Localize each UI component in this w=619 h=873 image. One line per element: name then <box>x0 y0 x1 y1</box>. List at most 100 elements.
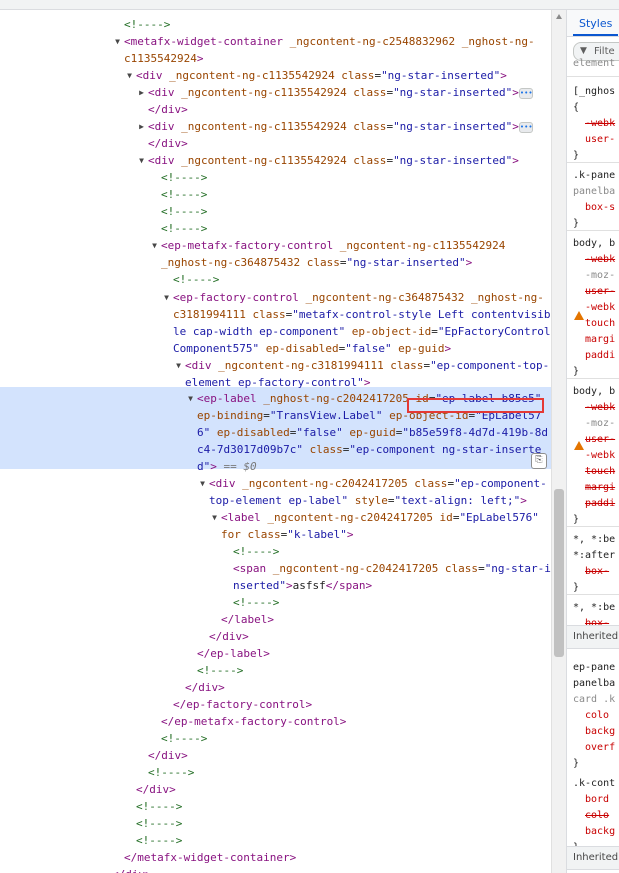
dom-tree-line[interactable]: <ep-factory-control _ngcontent-ng-c36487… <box>173 289 544 306</box>
style-rule-line[interactable]: -webk <box>585 252 615 268</box>
dom-tree-line[interactable]: </div> <box>148 101 188 118</box>
collapsed-children-icon[interactable]: ••• <box>518 121 533 133</box>
dom-tree-line[interactable]: <div _ngcontent-ng-c1135542924 class="ng… <box>148 152 519 169</box>
dom-tree-line[interactable]: le cap-width ep-component" ep-object-id=… <box>173 323 551 340</box>
dom-tree-line[interactable]: Component575" ep-disabled="false" ep-gui… <box>173 340 451 357</box>
copy-element-icon[interactable]: ⎘ <box>531 453 547 469</box>
dom-tree-line[interactable]: <ep-metafx-factory-control _ngcontent-ng… <box>161 237 505 254</box>
expand-triangle-open-icon[interactable]: ▼ <box>125 67 134 84</box>
style-rule-line[interactable]: paddi <box>585 496 615 512</box>
dom-tree-line[interactable]: </div> <box>148 747 188 764</box>
dom-tree-line[interactable]: <!----> <box>233 594 279 611</box>
style-rule-line[interactable]: [_nghos <box>573 84 615 100</box>
scrollbar-thumb[interactable] <box>554 489 564 657</box>
tab-styles[interactable]: Styles <box>567 10 619 37</box>
style-rule-line[interactable]: element <box>573 56 615 72</box>
style-rule-line[interactable]: backg <box>585 724 615 740</box>
expand-triangle-open-icon[interactable]: ▼ <box>186 390 195 407</box>
dom-tree-line[interactable]: <label _ngcontent-ng-c2042417205 id="EpL… <box>221 509 539 526</box>
dom-tree-line[interactable]: c1135542924> <box>124 50 203 67</box>
expand-triangle-open-icon[interactable]: ▼ <box>162 289 171 306</box>
dom-tree-line[interactable]: <!----> <box>161 730 207 747</box>
style-rule-line[interactable]: colo <box>585 708 609 724</box>
dom-tree-line[interactable]: <div _ngcontent-ng-c1135542924 class="ng… <box>148 84 533 101</box>
scroll-up-arrow-icon[interactable] <box>556 14 562 19</box>
style-rule-line[interactable]: paddi <box>585 348 615 364</box>
style-rule-line[interactable]: box- <box>585 564 609 580</box>
dom-tree-line[interactable]: </label> <box>221 611 274 628</box>
expand-triangle-open-icon[interactable]: ▼ <box>150 237 159 254</box>
dom-tree-line[interactable]: c3181994111 class="metafx-control-style … <box>173 306 551 323</box>
style-rule-line[interactable]: panelba <box>573 676 615 692</box>
dom-tree-line[interactable]: <div _ngcontent-ng-c1135542924 class="ng… <box>136 67 507 84</box>
dom-tree-line[interactable]: top-element ep-label" style="text-align:… <box>209 492 527 509</box>
style-rule-line[interactable]: body, b <box>573 236 615 252</box>
dom-tree-line[interactable]: d"> == $0 <box>197 458 257 475</box>
style-rule-line[interactable]: body, b <box>573 384 615 400</box>
style-rule-line[interactable]: *, *:be <box>573 600 615 616</box>
dom-tree-line[interactable]: </metafx-widget-container> <box>124 849 296 866</box>
style-rule-line[interactable]: backg <box>585 824 615 840</box>
style-rule-line[interactable]: -webk <box>585 300 615 316</box>
dom-tree-line[interactable]: <!----> <box>136 798 182 815</box>
dom-tree-line[interactable]: </div> <box>148 135 188 152</box>
dom-tree-line[interactable]: <!----> <box>161 169 207 186</box>
style-rule-line[interactable]: user- <box>585 132 615 148</box>
dom-tree-line[interactable]: for class="k-label"> <box>221 526 353 543</box>
dom-tree-line[interactable]: 6" ep-disabled="false" ep-guid="b85e59f8… <box>197 424 548 441</box>
dom-tree-line[interactable]: <!----> <box>161 203 207 220</box>
dom-tree-line[interactable]: </div> <box>136 781 176 798</box>
expand-triangle-closed-icon[interactable]: ▶ <box>137 84 146 101</box>
dom-tree-line[interactable]: <!----> <box>233 543 279 560</box>
style-rule-line[interactable]: -webk <box>585 116 615 132</box>
dom-tree-line[interactable]: <!----> <box>173 271 219 288</box>
style-rule-line[interactable]: *:after <box>573 548 615 564</box>
style-rule-line[interactable]: -webk <box>585 400 615 416</box>
style-rule-line[interactable]: margi <box>585 480 615 496</box>
dom-tree-line[interactable]: <div _ngcontent-ng-c3181994111 class="ep… <box>185 357 549 374</box>
style-rule-line[interactable]: margi <box>585 332 615 348</box>
expand-triangle-closed-icon[interactable]: ▶ <box>137 118 146 135</box>
dom-tree-line[interactable]: c4-7d3017d09b7c" class="ep-component ng-… <box>197 441 541 458</box>
expand-triangle-open-icon[interactable]: ▼ <box>174 357 183 374</box>
dom-tree-line[interactable]: </div> <box>209 628 249 645</box>
style-rule-line[interactable]: .k-pane <box>573 168 615 184</box>
style-rule-line[interactable]: panelba <box>573 184 615 200</box>
dom-tree-line[interactable]: <!----> <box>161 220 207 237</box>
dom-tree-line[interactable]: <metafx-widget-container _ngcontent-ng-c… <box>124 33 535 50</box>
style-rule-line[interactable]: colo <box>585 808 609 824</box>
dom-tree-line[interactable]: <!----> <box>136 815 182 832</box>
style-rule-line[interactable]: user- <box>585 432 615 448</box>
dom-tree-line[interactable]: <!----> <box>197 662 243 679</box>
style-rule-line[interactable]: -webk <box>585 448 615 464</box>
dom-tree-line[interactable]: </div> <box>112 866 152 873</box>
style-rule-line[interactable]: -moz- <box>585 268 615 284</box>
style-rule-line[interactable]: ep-pane <box>573 660 615 676</box>
dom-tree-line[interactable]: element ep-factory-control"> <box>185 374 370 391</box>
style-rule-line[interactable]: *, *:be <box>573 532 615 548</box>
style-rule-line[interactable]: touch <box>585 316 615 332</box>
dom-tree-line[interactable]: <!----> <box>161 186 207 203</box>
dom-tree-line[interactable]: <!----> <box>124 16 170 33</box>
style-rule-line[interactable]: user- <box>585 284 615 300</box>
expand-triangle-open-icon[interactable]: ▼ <box>137 152 146 169</box>
expand-triangle-open-icon[interactable]: ▼ <box>113 33 122 50</box>
dom-tree-line[interactable]: </ep-factory-control> <box>173 696 312 713</box>
dom-tree-line[interactable]: </ep-label> <box>197 645 270 662</box>
style-rule-line[interactable]: -moz- <box>585 416 615 432</box>
elements-tree[interactable]: <!----> ▼ <metafx-widget-container _ngcont… <box>0 10 551 873</box>
expand-triangle-open-icon[interactable]: ▼ <box>210 509 219 526</box>
dom-tree-line[interactable]: </ep-metafx-factory-control> <box>161 713 346 730</box>
warning-icon[interactable] <box>574 311 584 320</box>
style-rule-line[interactable]: box-s <box>585 200 615 216</box>
style-rule-line[interactable]: .k-cont <box>573 776 615 792</box>
dom-tree-line[interactable]: nserted">asfsf</span> <box>233 577 372 594</box>
dom-tree-line[interactable]: </div> <box>185 679 225 696</box>
dom-tree-line[interactable]: _nghost-ng-c364875432 class="ng-star-ins… <box>161 254 472 271</box>
style-rule-line[interactable]: } <box>573 756 579 772</box>
style-rule-line[interactable]: card .k <box>573 692 615 708</box>
style-rule-line[interactable]: overf <box>585 740 615 756</box>
elements-scrollbar[interactable] <box>551 10 566 873</box>
dom-tree-line[interactable]: <!----> <box>148 764 194 781</box>
expand-triangle-open-icon[interactable]: ▼ <box>198 475 207 492</box>
